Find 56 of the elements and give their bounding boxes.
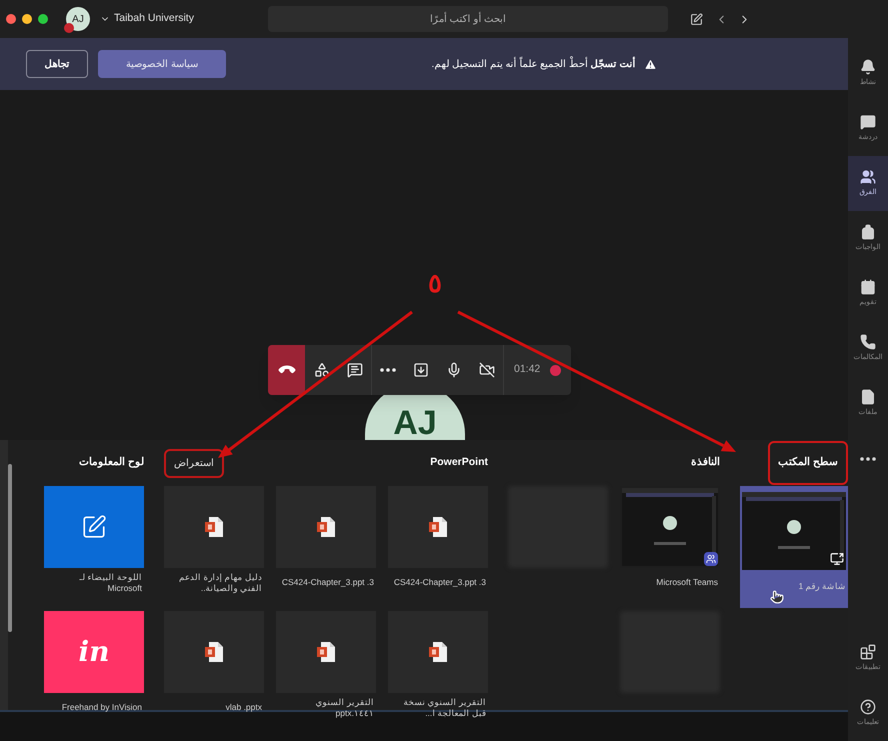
annotation-mark: ٥ — [428, 270, 442, 296]
more-icon — [860, 456, 876, 460]
powerpoint-file-icon — [317, 516, 335, 538]
hand-cursor-icon — [770, 590, 784, 604]
chat-icon — [860, 114, 876, 130]
microphone-icon — [446, 362, 462, 378]
search-field[interactable]: ابحث أو اكتب أمرًا — [268, 6, 668, 32]
minimize-window-icon[interactable] — [22, 14, 32, 24]
call-timer: 01:42 — [514, 362, 540, 378]
powerpoint-file-icon — [429, 641, 447, 663]
share-option-caption: التقرير السنوي ١٤٤١.pptx — [314, 696, 374, 720]
share-option-caption: التقرير السنوي نسخة قبل المعالجة ا... — [402, 696, 486, 720]
invision-logo: in — [78, 638, 110, 666]
whiteboard-pen-icon — [81, 514, 107, 540]
share-option-caption: CS424-Chapter_3.ppt .3 — [392, 577, 486, 589]
section-title: النافذة — [691, 455, 720, 470]
section-title: لوح المعلومات — [79, 455, 144, 470]
share-option-caption: Freehand by InVision — [60, 702, 142, 714]
maximize-window-icon[interactable] — [38, 14, 48, 24]
share-option-caption: شاشة رقم 1 — [798, 581, 846, 593]
chat-icon — [346, 362, 362, 378]
dismiss-button[interactable]: تجاهل — [26, 50, 88, 78]
camera-off-icon — [478, 362, 494, 378]
phone-icon — [860, 334, 876, 350]
file-icon — [860, 388, 876, 405]
organization-switcher[interactable]: Taibah University — [100, 11, 194, 27]
scrollbar-thumb[interactable] — [8, 464, 12, 632]
section-title: سطح المكتب — [768, 441, 848, 485]
apps-icon — [314, 362, 330, 378]
share-option[interactable]: شاشة رقم 1 — [740, 486, 848, 608]
warning-icon — [644, 58, 656, 70]
share-option-caption: Microsoft Teams — [655, 577, 718, 589]
close-window-icon[interactable] — [6, 14, 16, 24]
bell-icon — [860, 58, 876, 75]
hang-up-button[interactable] — [268, 345, 305, 395]
share-option-caption: vlab .pptx — [224, 702, 262, 714]
calendar-icon — [860, 278, 876, 295]
screen-share-icon — [830, 552, 844, 566]
apps-icon — [860, 644, 876, 660]
powerpoint-file-icon — [429, 516, 447, 538]
compose-icon[interactable] — [690, 12, 703, 26]
powerpoint-file-icon — [205, 516, 223, 538]
more-icon — [380, 368, 396, 372]
banner-message: أنت تسجّل أحطْ الجميع علماً أنه يتم التسجيل لهم. — [431, 56, 636, 72]
share-option-caption: اللوحة البيضاء لـ Microsoft — [78, 572, 142, 594]
people-icon — [860, 168, 876, 185]
user-avatar[interactable]: AJ — [66, 7, 90, 31]
privacy-policy-button[interactable]: سياسة الخصوصية — [98, 50, 226, 78]
share-tray-icon — [412, 362, 428, 378]
help-icon — [860, 698, 876, 715]
app-logo-icon — [704, 552, 718, 566]
section-title: PowerPoint — [430, 455, 488, 470]
share-option-caption: CS424-Chapter_3.ppt .3 — [280, 577, 374, 589]
powerpoint-file-icon — [317, 641, 335, 663]
share-option-caption: دليل مهام إدارة الدعم الفني والصيانة.. — [178, 572, 262, 594]
powerpoint-file-icon — [205, 641, 223, 663]
